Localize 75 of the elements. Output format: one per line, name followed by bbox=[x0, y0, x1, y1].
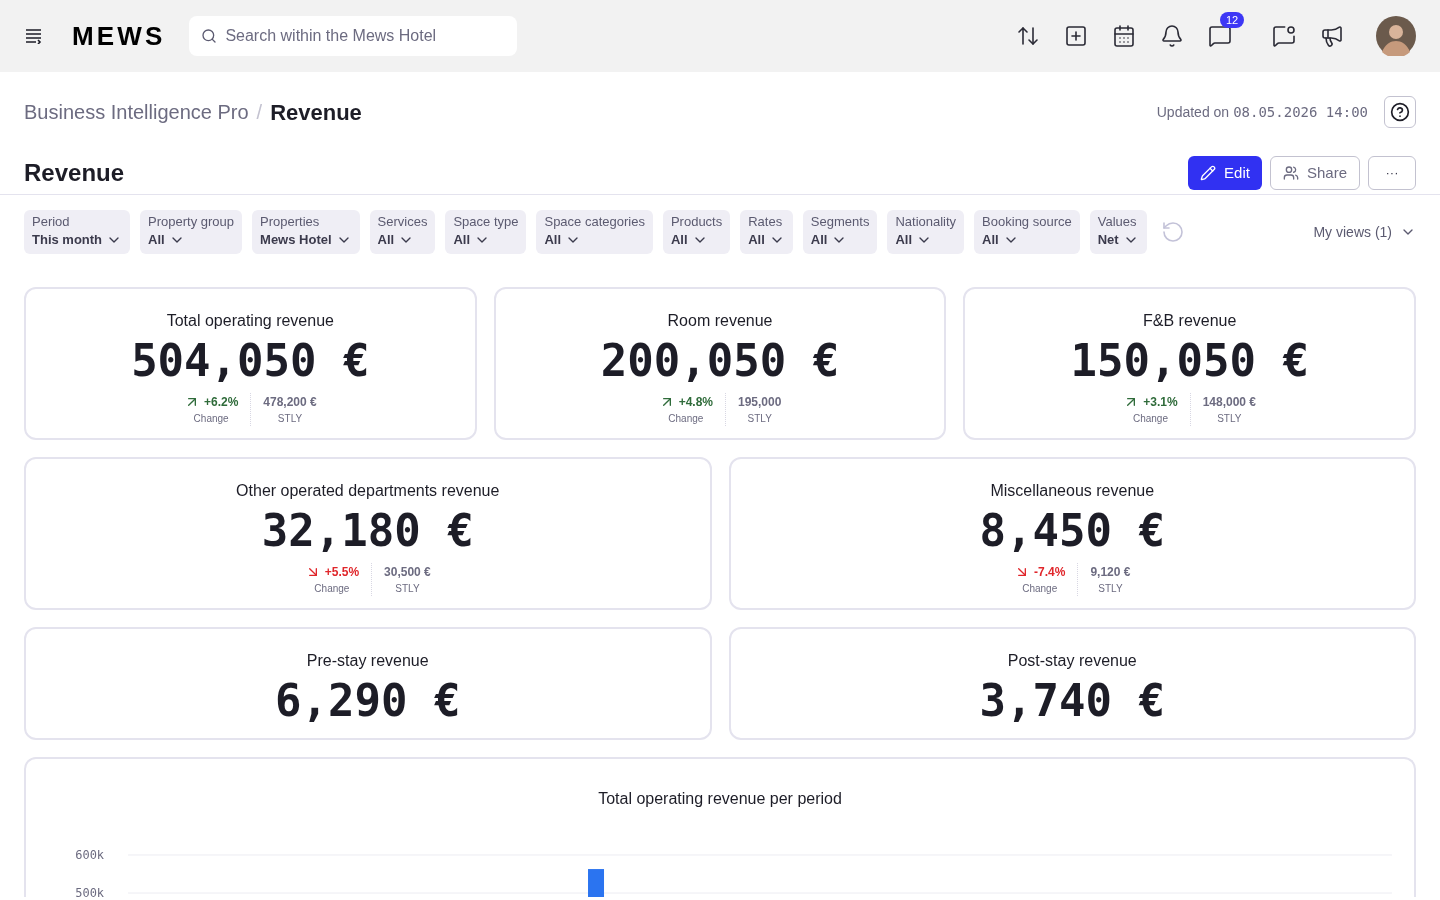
filter-dropdown[interactable]: Period This month bbox=[24, 210, 131, 254]
stly-label: STLY bbox=[1217, 412, 1242, 426]
kpi-title: Total operating revenue bbox=[166, 311, 334, 331]
chart-title: Total operating revenue per period bbox=[598, 789, 842, 809]
page-title: Revenue bbox=[24, 158, 125, 188]
kpi-value: 504,050 € bbox=[131, 334, 370, 388]
search-field[interactable]: Search within the Mews Hotel bbox=[189, 16, 518, 56]
kpi-title: Miscellaneous revenue bbox=[990, 481, 1155, 501]
more-button[interactable]: ··· bbox=[1368, 156, 1416, 190]
bar bbox=[588, 869, 604, 897]
avatar[interactable] bbox=[1376, 16, 1416, 56]
stly-value: 195,000 bbox=[738, 394, 782, 411]
change-value: +4.8% bbox=[678, 394, 713, 411]
kpi-value: 3,740 € bbox=[979, 674, 1165, 728]
menu-icon[interactable] bbox=[24, 28, 44, 44]
kpi-title: Room revenue bbox=[667, 311, 773, 331]
change-value: +5.5% bbox=[324, 564, 360, 581]
bell-icon[interactable] bbox=[1160, 24, 1184, 48]
change-label: Change bbox=[1022, 582, 1058, 596]
change-label: Change bbox=[1132, 412, 1168, 426]
change-value: +6.2% bbox=[203, 394, 239, 411]
kpi-title: Other operated departments revenue bbox=[236, 481, 500, 501]
stly-value: 478,200 € bbox=[263, 394, 317, 411]
calendar-icon[interactable] bbox=[1112, 24, 1136, 48]
kpi-title: F&B revenue bbox=[1143, 311, 1237, 331]
kpi-value: 32,180 € bbox=[261, 504, 474, 558]
share-button[interactable]: Share bbox=[1269, 156, 1360, 190]
filter-dropdown[interactable]: Space type All bbox=[445, 210, 527, 254]
help-icon bbox=[1390, 102, 1410, 122]
breadcrumb-link[interactable]: Business Intelligence Pro bbox=[24, 97, 249, 127]
filter-dropdown[interactable]: Property group All bbox=[140, 210, 243, 254]
filter-dropdown[interactable]: Products All bbox=[662, 210, 731, 254]
filter-dropdown[interactable]: Rates All bbox=[740, 210, 793, 254]
change-value: -7.4% bbox=[1034, 564, 1066, 581]
change-label: Change bbox=[668, 412, 704, 426]
stly-value: 148,000 € bbox=[1202, 394, 1257, 411]
filter-dropdown[interactable]: Space categories All bbox=[536, 210, 653, 254]
search-icon bbox=[201, 28, 218, 44]
filter-dropdown[interactable]: Segments All bbox=[802, 210, 878, 254]
axis-label: 600k bbox=[75, 848, 105, 862]
stly-value: 30,500 € bbox=[384, 564, 431, 581]
breadcrumb-separator: / bbox=[256, 100, 263, 125]
my-views-dropdown[interactable]: My views (1) bbox=[1313, 221, 1416, 243]
kpi-value: 8,450 € bbox=[979, 504, 1165, 558]
stly-label: STLY bbox=[395, 582, 420, 596]
axis-label: 500k bbox=[75, 886, 105, 897]
notification-badge: 12 bbox=[1220, 12, 1245, 28]
updated-timestamp: 08.05.2026 14:00 bbox=[1233, 102, 1368, 122]
kpi-title: Post-stay revenue bbox=[1007, 651, 1137, 671]
stly-label: STLY bbox=[747, 412, 772, 426]
filter-dropdown[interactable]: Properties Mews Hotel bbox=[252, 210, 360, 254]
kpi-title: Pre-stay revenue bbox=[306, 651, 429, 671]
chat-icon[interactable] bbox=[1208, 24, 1232, 48]
filter-dropdown[interactable]: Values Net bbox=[1089, 210, 1147, 254]
filter-dropdown[interactable]: Booking source All bbox=[974, 210, 1080, 254]
kpi-value: 150,050 € bbox=[1070, 334, 1309, 388]
users-icon bbox=[1282, 165, 1299, 181]
stly-label: STLY bbox=[277, 412, 303, 426]
change-label: Change bbox=[314, 582, 350, 596]
updated-label: Updated on bbox=[1156, 102, 1230, 122]
filter-dropdown[interactable]: Nationality All bbox=[887, 210, 965, 254]
add-icon[interactable] bbox=[1064, 24, 1088, 48]
megaphone-icon[interactable] bbox=[1320, 24, 1344, 48]
stly-value: 9,120 € bbox=[1090, 564, 1131, 581]
edit-button[interactable]: Edit bbox=[1188, 156, 1262, 190]
filter-dropdown[interactable]: Services All bbox=[369, 210, 436, 254]
kpi-value: 6,290 € bbox=[275, 674, 461, 728]
change-value: +3.1% bbox=[1143, 394, 1178, 411]
change-label: Change bbox=[193, 412, 229, 426]
kpi-value: 200,050 € bbox=[600, 334, 840, 388]
breadcrumb-current: Revenue bbox=[270, 98, 362, 127]
stly-label: STLY bbox=[1098, 582, 1123, 596]
logo[interactable]: MEWS bbox=[72, 16, 166, 56]
help-button[interactable] bbox=[1384, 96, 1416, 128]
pencil-icon bbox=[1200, 165, 1217, 181]
